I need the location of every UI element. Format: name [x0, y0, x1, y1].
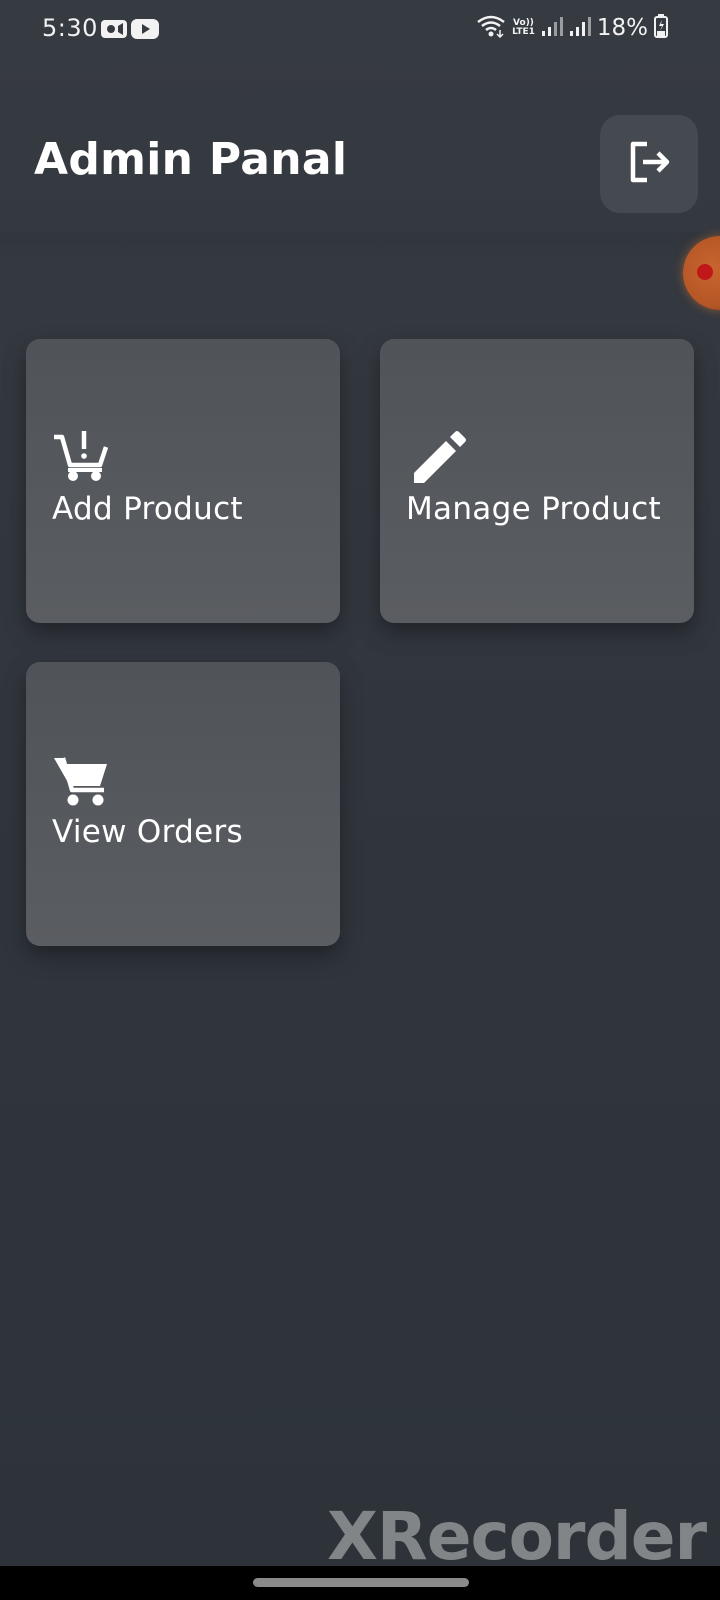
signal-icon [569, 15, 591, 41]
add-product-label: Add Product [52, 491, 243, 527]
battery-icon [654, 14, 668, 42]
signal-icon [541, 15, 563, 41]
manage-product-card[interactable]: Manage Product [380, 339, 694, 623]
wifi-icon [476, 14, 506, 42]
status-right-icons: Vo)) LTE1 18% [476, 14, 668, 42]
shopping-cart-icon [52, 752, 110, 810]
status-time: 5:30 [42, 14, 98, 42]
view-orders-card[interactable]: View Orders [26, 662, 340, 946]
recorder-watermark: XRecorder [327, 1498, 707, 1575]
logout-button[interactable] [600, 115, 698, 213]
add-cart-icon [52, 429, 110, 487]
volte-icon: Vo)) LTE1 [512, 18, 535, 37]
home-gesture-handle[interactable] [253, 1578, 469, 1587]
pencil-icon [410, 429, 468, 487]
header-divider [0, 232, 720, 262]
status-bar: 5:30 Vo)) LTE1 18% [0, 0, 720, 58]
video-camera-icon [101, 18, 127, 44]
page-title: Admin Panal [34, 134, 348, 185]
battery-percent: 18% [596, 15, 648, 41]
manage-product-label: Manage Product [406, 491, 661, 527]
add-product-card[interactable]: Add Product [26, 339, 340, 623]
youtube-icon [131, 18, 159, 44]
view-orders-label: View Orders [52, 814, 243, 850]
logout-icon [625, 138, 673, 190]
record-dot-icon [697, 264, 713, 280]
navigation-bar [0, 1566, 720, 1600]
status-left-icons [101, 18, 159, 44]
app-screen: 5:30 Vo)) LTE1 18% Admin Panal Add Produ… [0, 0, 720, 1600]
